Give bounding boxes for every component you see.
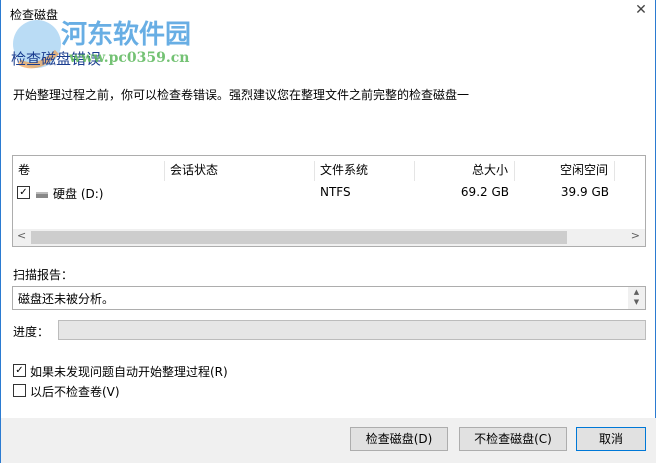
column-header-free-space[interactable]: 空闲空间: [515, 161, 615, 181]
no-check-disk-button[interactable]: 不检查磁盘(C): [459, 427, 567, 451]
drive-icon: [36, 192, 48, 198]
close-button[interactable]: ✕: [631, 2, 651, 22]
scan-report-box[interactable]: 磁盘还未被分析。 ▲ ▼: [12, 286, 646, 310]
volume-name[interactable]: 硬盘 (D:): [53, 185, 103, 202]
scroll-left-icon[interactable]: <: [17, 229, 26, 242]
volume-free-space: 39.9 GB: [560, 185, 609, 199]
description: 开始整理过程之前，你可以检查卷错误。强烈建议您在整理文件之前完整的检查磁盘一: [13, 88, 470, 102]
cancel-button[interactable]: 取消: [576, 427, 646, 451]
vertical-scrollbar[interactable]: ▲ ▼: [628, 287, 645, 309]
column-header-status[interactable]: 会话状态: [165, 161, 315, 181]
horizontal-scrollbar[interactable]: < >: [13, 229, 645, 246]
check-disk-button[interactable]: 检查磁盘(D): [350, 427, 448, 451]
volume-filesystem: NTFS: [320, 185, 351, 199]
volume-list[interactable]: 卷 会话状态 文件系统 总大小 空闲空间 ✓ 硬盘 (D:) NTFS 69.2…: [12, 155, 646, 247]
watermark-name: 河东软件园: [61, 20, 192, 50]
scrollbar-thumb[interactable]: [31, 231, 567, 244]
scroll-right-icon[interactable]: >: [631, 229, 640, 242]
auto-defrag-label[interactable]: 如果未发现问题自动开始整理过程(R): [30, 363, 228, 380]
watermark-url: www.pc0359.cn: [69, 50, 190, 66]
column-header-filesystem[interactable]: 文件系统: [315, 161, 415, 181]
volume-total-size: 69.2 GB: [460, 185, 509, 199]
scan-report-label: 扫描报告：: [13, 268, 74, 282]
skip-check-label[interactable]: 以后不检查卷(V): [30, 383, 120, 400]
skip-check-checkbox[interactable]: [13, 384, 26, 397]
scan-report-text: 磁盘还未被分析。: [18, 292, 115, 306]
column-header-total-size[interactable]: 总大小: [415, 161, 515, 181]
column-header-volume[interactable]: 卷: [13, 161, 165, 181]
progress-label: 进度：: [13, 325, 50, 339]
progress-bar: [58, 320, 646, 340]
volume-checkbox[interactable]: ✓: [17, 186, 30, 199]
auto-defrag-checkbox[interactable]: ✓: [13, 364, 26, 377]
